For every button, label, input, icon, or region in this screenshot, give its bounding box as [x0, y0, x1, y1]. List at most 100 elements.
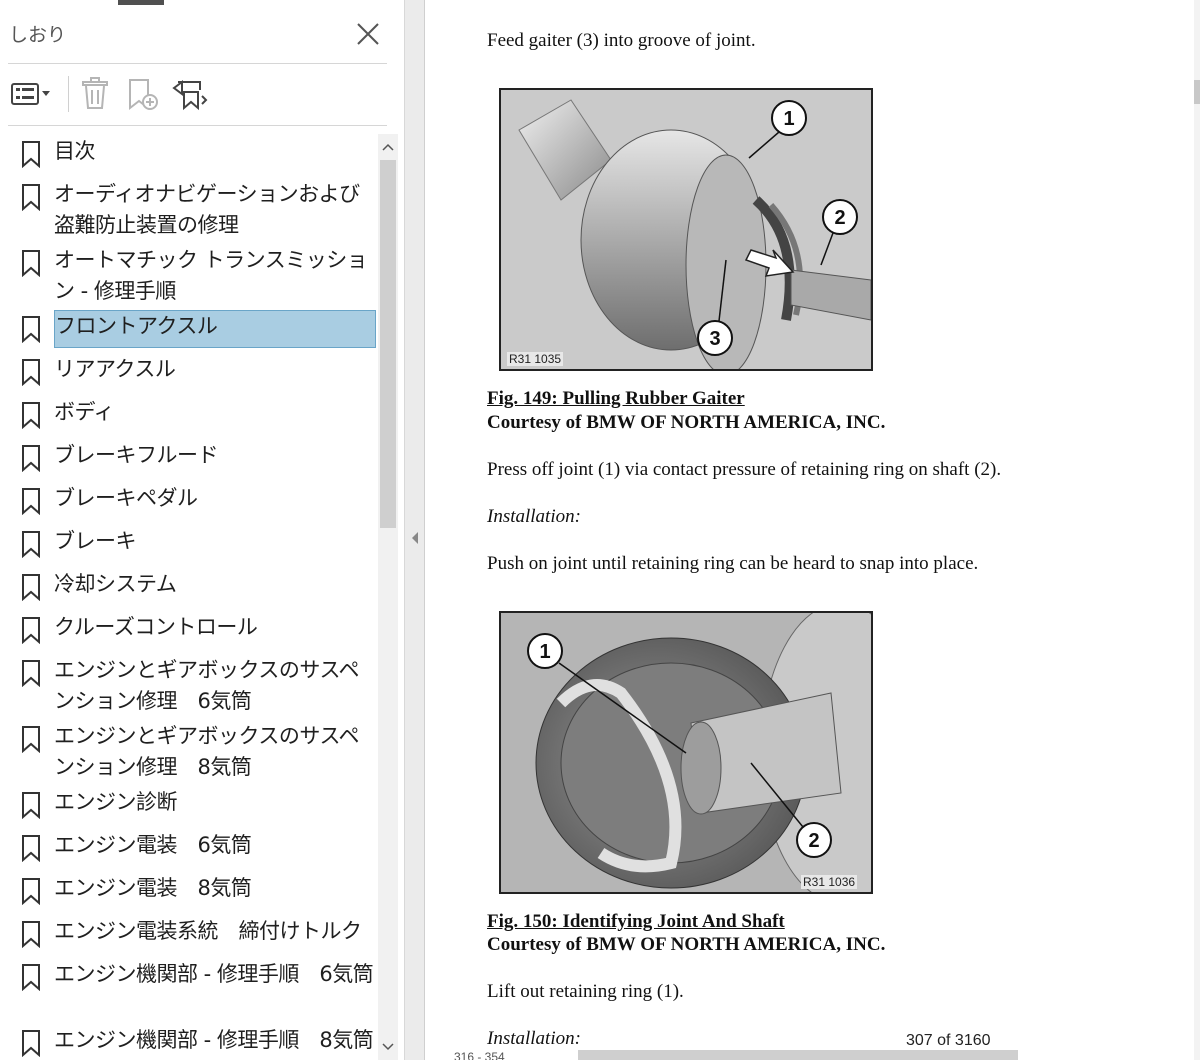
- bookmark-label: ボディ: [54, 400, 115, 424]
- document-scroll-thumb[interactable]: [1194, 80, 1200, 104]
- bookmark-label: ブレーキペダル: [54, 486, 198, 510]
- toolbar-separator: [68, 76, 69, 112]
- bookmark-icon: [22, 402, 40, 429]
- installation-heading: Installation:: [487, 1028, 581, 1049]
- bookmark-label: エンジンとギアボックスのサスペンション修理 6気筒: [54, 658, 359, 713]
- toolbar-divider: [8, 125, 387, 126]
- bookmark-item[interactable]: エンジンとギアボックスのサスペンション修理 6気筒: [0, 653, 378, 719]
- bookmark-label: エンジン電装 8気筒: [54, 876, 252, 900]
- bookmark-label: エンジン電装 6気筒: [54, 833, 252, 857]
- chevron-down-icon: [382, 1043, 394, 1051]
- callout-1: 1: [539, 641, 550, 663]
- bookmark-icon: [22, 250, 40, 277]
- bookmark-icon: [22, 660, 40, 687]
- bookmarks-header: しおり: [0, 0, 405, 64]
- expand-bookmark-button[interactable]: [170, 74, 210, 114]
- bookmark-icon: [22, 792, 40, 819]
- figure-code: R31 1036: [801, 875, 858, 889]
- bookmark-item[interactable]: フロントアクスル: [0, 309, 378, 352]
- bookmark-label: オートマチック トランスミッション - 修理手順: [54, 248, 368, 303]
- bookmark-item[interactable]: クルーズコントロール: [0, 610, 378, 653]
- page-counter: 307 of 3160: [906, 1032, 991, 1049]
- close-panel-button[interactable]: [352, 18, 384, 50]
- bookmark-item[interactable]: エンジン電装 8気筒: [0, 871, 378, 914]
- trash-icon: [82, 77, 108, 109]
- bookmark-icon: [22, 617, 40, 644]
- figure-caption-credit: Courtesy of BMW OF NORTH AMERICA, INC.: [487, 412, 886, 433]
- scroll-down-button[interactable]: [378, 1036, 398, 1056]
- paragraph: Press off joint (1) via contact pressure…: [487, 459, 1002, 480]
- bookmark-icon: [22, 835, 40, 862]
- list-options-icon: [11, 83, 50, 105]
- bookmark-icon: [22, 726, 40, 753]
- bookmark-item[interactable]: エンジン機関部 - 修理手順 8気筒: [0, 1023, 378, 1060]
- expand-bookmark-icon: [172, 80, 208, 111]
- bookmark-label: リアアクスル: [54, 357, 176, 381]
- callout-2: 2: [808, 830, 819, 852]
- collapse-arrow-icon[interactable]: [410, 530, 420, 546]
- bookmark-item[interactable]: オートマチック トランスミッション - 修理手順: [0, 243, 378, 309]
- paragraph: Feed gaiter (3) into groove of joint.: [487, 30, 756, 51]
- page-range-label: 316 - 354: [454, 1050, 505, 1060]
- bookmark-icon: [22, 1030, 40, 1057]
- bookmark-item[interactable]: ブレーキフルード: [0, 438, 378, 481]
- new-bookmark-button[interactable]: [124, 74, 164, 114]
- bookmark-item[interactable]: ブレーキ: [0, 524, 378, 567]
- bookmarks-title: しおり: [9, 24, 67, 46]
- bookmark-label: クルーズコントロール: [54, 615, 258, 639]
- bookmark-item[interactable]: オーディオナビゲーションおよび盗難防止装置の修理: [0, 177, 378, 243]
- delete-bookmark-button[interactable]: [78, 74, 114, 114]
- bookmark-label: エンジン診断: [54, 790, 178, 814]
- bookmark-label: エンジンとギアボックスのサスペンション修理 8気筒: [54, 724, 359, 779]
- bookmarks-panel: しおり 目次 オーディオナビゲーションおよび盗難防止装置の修理 オートマチック …: [0, 0, 405, 1060]
- bookmark-icon: [22, 445, 40, 472]
- bookmark-label: ブレーキ: [54, 529, 137, 553]
- bookmark-item[interactable]: 目次: [0, 134, 378, 177]
- sidebar-scroll-thumb[interactable]: [380, 160, 396, 528]
- scroll-up-button[interactable]: [378, 138, 398, 158]
- figure-caption-credit: Courtesy of BMW OF NORTH AMERICA, INC.: [487, 934, 886, 955]
- sidebar-scrollbar[interactable]: [378, 134, 398, 1060]
- bookmark-label: オーディオナビゲーションおよび盗難防止装置の修理: [54, 182, 360, 237]
- bookmark-label: フロントアクスル: [54, 310, 376, 348]
- chevron-up-icon: [382, 143, 394, 151]
- bookmark-item[interactable]: エンジン診断: [0, 785, 378, 828]
- bookmark-icon: [22, 488, 40, 515]
- bookmark-item[interactable]: エンジン電装 6気筒: [0, 828, 378, 871]
- figure-150-image: 1 2 R31 1036: [499, 611, 873, 894]
- bookmark-icon: [22, 184, 40, 211]
- document-scrollbar[interactable]: [1194, 0, 1200, 1060]
- callout-2: 2: [834, 207, 845, 229]
- add-bookmark-icon: [129, 79, 158, 111]
- panel-splitter[interactable]: [405, 0, 425, 1060]
- bookmark-label: 目次: [54, 139, 96, 163]
- installation-heading: Installation:: [487, 506, 581, 527]
- options-button[interactable]: [8, 74, 56, 114]
- bookmark-item[interactable]: リアアクスル: [0, 352, 378, 395]
- callout-3: 3: [709, 328, 720, 350]
- document-view[interactable]: Feed gaiter (3) into groove of joint. 1 …: [426, 0, 1200, 1060]
- bookmark-label: エンジン電装系統 締付けトルク: [54, 919, 362, 943]
- figure-caption-title: Fig. 149: Pulling Rubber Gaiter: [487, 388, 745, 409]
- bookmark-icon: [22, 921, 40, 948]
- bookmark-label: エンジン機関部 - 修理手順 8気筒: [54, 1028, 374, 1052]
- bookmark-item[interactable]: エンジン機関部 - 修理手順 6気筒: [0, 957, 378, 1023]
- paragraph: Push on joint until retaining ring can b…: [487, 553, 979, 574]
- bookmark-label: エンジン機関部 - 修理手順 6気筒: [54, 962, 374, 986]
- bookmark-item[interactable]: 冷却システム: [0, 567, 378, 610]
- bookmark-icon: [22, 878, 40, 905]
- callout-1: 1: [783, 108, 794, 130]
- bookmarks-toolbar: [0, 66, 405, 124]
- bookmark-icon: [22, 574, 40, 601]
- bookmark-item[interactable]: エンジン電装系統 締付けトルク: [0, 914, 378, 957]
- bookmark-item[interactable]: ボディ: [0, 395, 378, 438]
- bookmark-icon: [22, 531, 40, 558]
- bookmark-item[interactable]: エンジンとギアボックスのサスペンション修理 8気筒: [0, 719, 378, 785]
- horizontal-scrollbar[interactable]: [578, 1050, 1018, 1060]
- figure-caption-title: Fig. 150: Identifying Joint And Shaft: [487, 911, 785, 932]
- bookmark-item[interactable]: ブレーキペダル: [0, 481, 378, 524]
- bookmark-icon: [22, 359, 40, 386]
- bookmark-icon: [22, 141, 40, 168]
- close-icon: [357, 23, 379, 45]
- bookmark-list: 目次オーディオナビゲーションおよび盗難防止装置の修理 オートマチック トランスミッ…: [0, 134, 378, 1060]
